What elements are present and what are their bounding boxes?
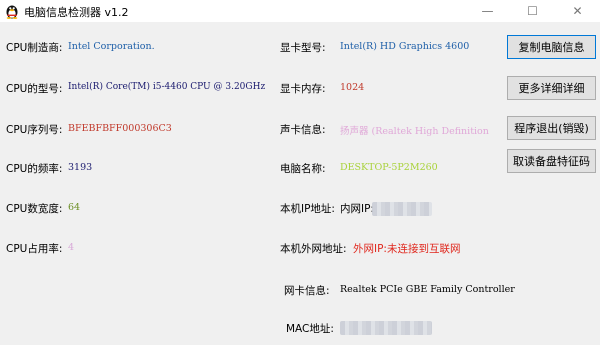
minimize-icon: — bbox=[481, 4, 494, 18]
read-disk-id-button[interactable]: 取读备盘特征码 bbox=[507, 149, 596, 173]
cpu-serial-value: BFEBFBFF000306C3 bbox=[68, 123, 172, 134]
penguin-icon bbox=[6, 5, 18, 19]
title-bar: 电脑信息检测器 v1.2 — ☐ ✕ bbox=[0, 0, 600, 22]
cpu-freq-label: CPU的频率: bbox=[6, 163, 63, 175]
cpu-width-label: CPU数宽度: bbox=[6, 203, 63, 215]
cpu-freq-value: 3193 bbox=[68, 162, 93, 173]
cpu-serial-label: CPU序列号: bbox=[6, 124, 63, 136]
copy-info-button[interactable]: 复制电脑信息 bbox=[507, 35, 596, 59]
app-window: 电脑信息检测器 v1.2 — ☐ ✕ CPU制造商: Intel Corpora… bbox=[0, 0, 600, 345]
exit-button[interactable]: 程序退出(销毁) bbox=[507, 116, 596, 140]
cpu-model-label: CPU的型号: bbox=[6, 83, 63, 95]
gpu-model-label: 显卡型号: bbox=[280, 42, 326, 54]
cpu-model-value: Intel(R) Core(TM) i5-4460 CPU @ 3.20GHz bbox=[68, 82, 266, 92]
external-ip-value: 外网IP:未连接到互联网 bbox=[353, 243, 461, 255]
gpu-model-value: Intel(R) HD Graphics 4600 bbox=[340, 41, 470, 52]
mac-label: MAC地址: bbox=[286, 323, 334, 335]
sound-card-value: 扬声器 (Realtek High Definition bbox=[340, 126, 489, 137]
cpu-maker-value: Intel Corporation. bbox=[68, 41, 155, 52]
gpu-mem-label: 显卡内存: bbox=[280, 83, 326, 95]
cpu-usage-label: CPU占用率: bbox=[6, 243, 63, 255]
cpu-width-value: 64 bbox=[68, 202, 81, 213]
sound-card-label: 声卡信息: bbox=[280, 124, 326, 136]
mac-redacted bbox=[340, 321, 432, 335]
pc-name-label: 电脑名称: bbox=[280, 163, 326, 175]
close-icon: ✕ bbox=[572, 4, 583, 18]
maximize-button[interactable]: ☐ bbox=[510, 0, 555, 22]
gpu-mem-value: 1024 bbox=[340, 82, 365, 93]
nic-label: 网卡信息: bbox=[284, 285, 330, 297]
local-ip-label: 本机IP地址: bbox=[280, 203, 335, 215]
external-ip-label: 本机外网地址: bbox=[280, 243, 347, 255]
local-ip-value: 内网IP: bbox=[340, 203, 374, 215]
nic-value: Realtek PCIe GBE Family Controller bbox=[340, 284, 515, 295]
cpu-usage-value: 4 bbox=[68, 242, 75, 253]
close-button[interactable]: ✕ bbox=[555, 0, 600, 22]
minimize-button[interactable]: — bbox=[465, 0, 510, 22]
more-details-button[interactable]: 更多详细详细 bbox=[507, 76, 596, 100]
local-ip-redacted bbox=[372, 202, 432, 216]
pc-name-value: DESKTOP-5P2M260 bbox=[340, 162, 438, 173]
maximize-icon: ☐ bbox=[527, 4, 538, 18]
window-title: 电脑信息检测器 v1.2 bbox=[24, 6, 129, 19]
cpu-maker-label: CPU制造商: bbox=[6, 42, 63, 54]
